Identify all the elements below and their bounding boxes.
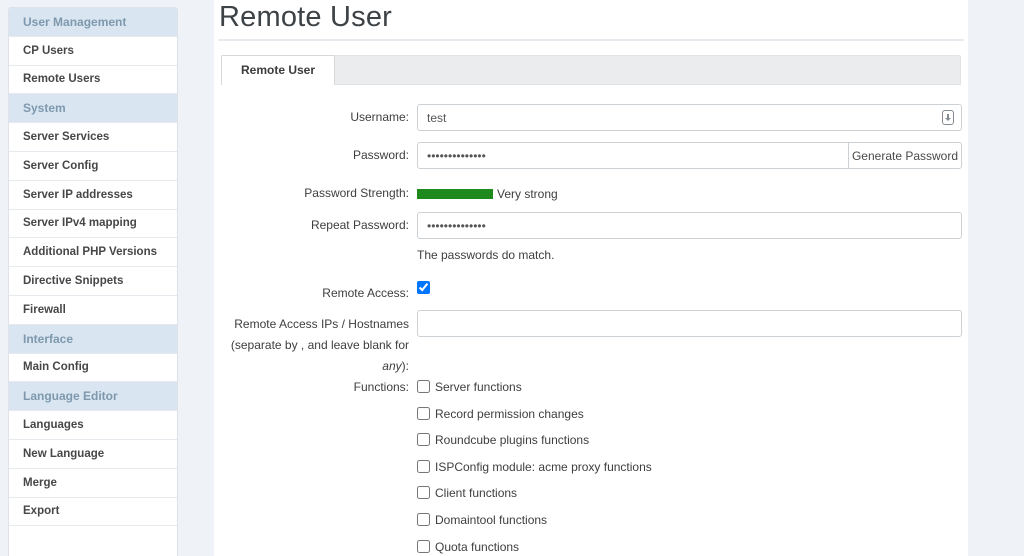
sidebar-label: Additional PHP Versions — [23, 246, 157, 258]
sidebar-item-main-config[interactable]: Main Config — [9, 354, 177, 383]
sidebar-item-server-ipv4-mapping[interactable]: Server IPv4 mapping — [9, 210, 177, 239]
autofill-icon[interactable] — [942, 110, 954, 125]
function-checkbox[interactable] — [417, 380, 430, 393]
sidebar-label: Server IP addresses — [23, 189, 133, 201]
generate-password-button[interactable]: Generate Password — [848, 142, 962, 169]
function-checkbox[interactable] — [417, 513, 430, 526]
sidebar-section-header: Language Editor — [9, 382, 177, 411]
sidebar-label: Server Services — [23, 131, 109, 143]
remote-access-label: Remote Access: — [214, 280, 417, 307]
remote-access-ips-input[interactable] — [417, 310, 962, 337]
sidebar-section-header: System — [9, 94, 177, 123]
function-option-label: Quota functions — [435, 540, 519, 554]
sidebar-label: Merge — [23, 477, 57, 489]
function-option-label: Server functions — [435, 380, 522, 394]
sidebar-item-server-config[interactable]: Server Config — [9, 152, 177, 181]
password-strength-label: Password Strength: — [214, 186, 417, 200]
repeat-password-row: Repeat Password: — [214, 212, 962, 239]
functions-list: Server functions Record permission change… — [417, 380, 962, 556]
function-checkbox[interactable] — [417, 433, 430, 446]
sidebar-item-remote-users[interactable]: Remote Users — [9, 66, 177, 95]
sidebar-section-header: Interface — [9, 325, 177, 354]
username-row: Username: — [214, 104, 962, 131]
function-option-label: Roundcube plugins functions — [435, 433, 589, 447]
sidebar-label: Language Editor — [23, 389, 118, 403]
sidebar-item-export[interactable]: Export — [9, 498, 177, 527]
password-strength-bar — [417, 189, 493, 199]
title-divider — [218, 39, 964, 41]
sidebar-item-cp-users[interactable]: CP Users — [9, 37, 177, 66]
sidebar-label: Main Config — [23, 361, 89, 373]
function-option-label: Domaintool functions — [435, 513, 547, 527]
remote-access-checkbox[interactable] — [417, 281, 430, 294]
sidebar: User Management CP Users Remote Users Syste… — [8, 7, 178, 556]
sidebar-item-merge[interactable]: Merge — [9, 469, 177, 498]
sidebar-label: Interface — [23, 332, 73, 346]
password-match-text: The passwords do match. — [417, 248, 554, 262]
function-option[interactable]: Roundcube plugins functions — [417, 433, 962, 447]
password-strength-text: Very strong — [497, 187, 558, 201]
function-checkbox[interactable] — [417, 540, 430, 553]
sidebar-label: New Language — [23, 448, 104, 460]
sidebar-item-firewall[interactable]: Firewall — [9, 296, 177, 325]
function-option[interactable]: Domaintool functions — [417, 513, 962, 527]
function-option-label: Client functions — [435, 486, 517, 500]
main-content: Remote User Remote User Username: Passwo… — [214, 0, 968, 556]
password-label: Password: — [214, 142, 417, 169]
sidebar-label: User Management — [23, 15, 126, 29]
tab-remote-user[interactable]: Remote User — [221, 55, 335, 85]
function-checkbox[interactable] — [417, 407, 430, 420]
sidebar-item-partial — [9, 526, 177, 555]
function-checkbox[interactable] — [417, 460, 430, 473]
username-input[interactable] — [417, 104, 962, 131]
sidebar-label: Languages — [23, 419, 84, 431]
password-row: Password: Generate Password — [214, 142, 962, 169]
sidebar-label: Firewall — [23, 304, 66, 316]
function-option[interactable]: Server functions — [417, 380, 962, 394]
function-option[interactable]: Quota functions — [417, 540, 962, 554]
functions-label: Functions: — [214, 380, 417, 394]
password-input[interactable] — [417, 142, 849, 169]
sidebar-label: Remote Users — [23, 73, 100, 85]
tab-bar: Remote User — [221, 55, 961, 85]
function-option[interactable]: ISPConfig module: acme proxy functions — [417, 460, 962, 474]
sidebar-label: Directive Snippets — [23, 275, 123, 287]
password-match-row: The passwords do match. — [214, 246, 962, 264]
functions-row: Functions: Server functions Record permis… — [214, 380, 962, 556]
repeat-password-input[interactable] — [417, 212, 962, 239]
page-title: Remote User — [219, 1, 392, 34]
sidebar-label: System — [23, 101, 66, 115]
username-label: Username: — [214, 104, 417, 131]
remote-access-ips-row: Remote Access IPs / Hostnames (separate … — [214, 310, 962, 377]
function-option[interactable]: Client functions — [417, 486, 962, 500]
remote-access-ips-label: Remote Access IPs / Hostnames (separate … — [214, 310, 417, 377]
sidebar-section-header: User Management — [9, 8, 177, 37]
function-option-label: Record permission changes — [435, 407, 584, 421]
sidebar-label: Server Config — [23, 160, 98, 172]
function-option[interactable]: Record permission changes — [417, 407, 962, 421]
sidebar-item-additional-php-versions[interactable]: Additional PHP Versions — [9, 238, 177, 267]
sidebar-label: Export — [23, 505, 59, 517]
password-strength-row: Password Strength: Very strong — [214, 186, 962, 201]
sidebar-item-languages[interactable]: Languages — [9, 411, 177, 440]
sidebar-label: Server IPv4 mapping — [23, 217, 137, 229]
sidebar-item-directive-snippets[interactable]: Directive Snippets — [9, 267, 177, 296]
sidebar-item-new-language[interactable]: New Language — [9, 440, 177, 469]
function-option-label: ISPConfig module: acme proxy functions — [435, 460, 652, 474]
sidebar-item-server-services[interactable]: Server Services — [9, 123, 177, 152]
sidebar-item-server-ip-addresses[interactable]: Server IP addresses — [9, 181, 177, 210]
remote-access-row: Remote Access: — [214, 280, 962, 307]
repeat-password-label: Repeat Password: — [214, 212, 417, 239]
sidebar-label: CP Users — [23, 45, 74, 57]
function-checkbox[interactable] — [417, 486, 430, 499]
